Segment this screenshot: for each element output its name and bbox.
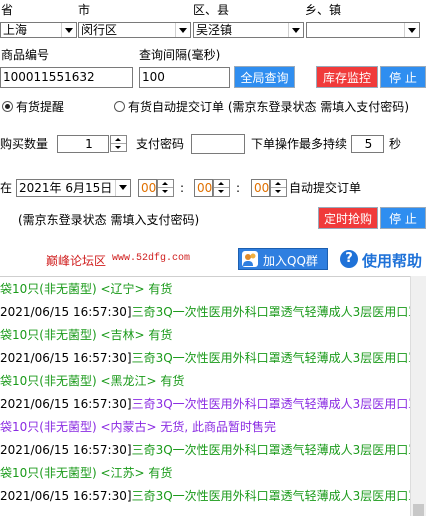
province-select[interactable]: 上海 — [0, 22, 77, 38]
log-panel[interactable]: 袋10只(非无菌型) <辽宁> 有货 2021/06/15 16:57:30]三奇… — [0, 276, 410, 517]
log-line: 2021/06/15 16:57:30]三奇3Q一次性医用外科口罩透气轻薄成人3… — [0, 397, 410, 411]
log-scrollbar[interactable] — [410, 276, 426, 516]
hour-stepper[interactable] — [157, 179, 174, 197]
increment-icon[interactable] — [158, 180, 173, 188]
date-value: 2021年 6月15日 — [19, 181, 113, 195]
second-input[interactable]: 00 — [251, 179, 270, 197]
log-segment: 三奇3Q一次性医用外科口罩透气轻薄成人3层医用口罩 — [131, 397, 410, 411]
query-interval-label: 查询间隔(毫秒) — [139, 48, 221, 62]
district-label: 区、县 — [193, 3, 230, 17]
quantity-input[interactable]: 1 — [57, 135, 109, 153]
auto-submit-order-label: 自动提交订单 — [289, 181, 362, 195]
log-segment: 袋10只(非无菌型) <内蒙古> 无货, 此商品暂时售完 — [0, 420, 277, 434]
log-line: 袋10只(非无菌型) <吉林> 有货 — [0, 328, 172, 342]
log-segment: 2021/06/15 16:57:30] — [0, 397, 132, 411]
minute-input[interactable]: 00 — [194, 179, 213, 197]
increment-icon[interactable] — [111, 136, 126, 144]
product-code-input[interactable]: 100011551632 — [0, 67, 133, 88]
stock-monitor-button[interactable]: 库存监控 — [316, 66, 378, 88]
log-segment: 三奇3Q一次性医用外科口罩透气轻薄成人3层医用口罩 — [131, 351, 410, 365]
chevron-down-icon — [288, 23, 303, 37]
city-select[interactable]: 闵行区 — [78, 22, 191, 38]
log-segment: 袋10只(非无菌型) <辽宁> 有货 — [0, 282, 173, 296]
log-segment: 三奇3Q一次性医用外科口罩透气轻薄成人3层医用口罩 — [131, 443, 410, 457]
at-label: 在 — [0, 181, 13, 195]
help-link[interactable]: 使用帮助 — [362, 250, 422, 271]
town-label: 乡、镇 — [305, 3, 342, 17]
chevron-down-icon — [175, 23, 190, 37]
log-line: 2021/06/15 16:57:30]三奇3Q一次性医用外科口罩透气轻薄成人3… — [0, 351, 410, 365]
retry-duration-input[interactable]: 5 — [351, 135, 384, 153]
log-line: 袋10只(非无菌型) <辽宁> 有货 — [0, 282, 172, 296]
log-segment: 三奇3Q一次性医用外科口罩透气轻薄成人3层医用口罩 — [131, 489, 410, 503]
time-colon: : — [180, 181, 185, 195]
decrement-icon[interactable] — [111, 144, 126, 151]
quantity-stepper[interactable] — [110, 135, 127, 152]
calendar-dropdown-icon — [115, 180, 130, 196]
retry-duration-label: 下单操作最多持续 — [251, 137, 348, 151]
log-segment: 袋10只(非无菌型) <吉林> 有货 — [0, 328, 173, 342]
log-segment: 2021/06/15 16:57:30] — [0, 305, 132, 319]
pay-password-input[interactable] — [191, 134, 245, 154]
log-line: 袋10只(非无菌型) <内蒙古> 无货, 此商品暂时售完 — [0, 420, 276, 434]
log-segment: 袋10只(非无菌型) <黑龙江> 有货 — [0, 374, 185, 388]
global-query-button[interactable]: 全局查询 — [234, 66, 295, 88]
community-name: 巅峰论坛区 — [46, 254, 107, 268]
decrement-icon[interactable] — [214, 188, 229, 195]
chevron-down-icon — [404, 23, 419, 37]
auto-submit-radio[interactable] — [114, 101, 125, 112]
in-stock-alert-label[interactable]: 有货提醒 — [16, 100, 64, 114]
pay-password-label: 支付密码 — [136, 137, 185, 151]
qq-group-label: 加入QQ群 — [263, 254, 318, 268]
hour-input[interactable]: 00 — [138, 179, 157, 197]
log-line: 2021/06/15 16:57:30]三奇3Q一次性医用外科口罩透气轻薄成人3… — [0, 443, 410, 457]
chevron-down-icon — [61, 23, 76, 37]
stop-monitor-button[interactable]: 停 止 — [380, 66, 426, 88]
decrement-icon[interactable] — [158, 188, 173, 195]
in-stock-alert-radio[interactable] — [2, 101, 13, 112]
log-line: 袋10只(非无菌型) <江苏> 有货 — [0, 466, 172, 480]
log-segment: 三奇3Q一次性医用外科口罩透气轻薄成人3层医用口罩 — [131, 305, 410, 319]
town-select[interactable] — [306, 22, 420, 38]
log-segment: 2021/06/15 16:57:30] — [0, 489, 132, 503]
minute-stepper[interactable] — [213, 179, 230, 197]
log-line: 2021/06/15 16:57:30]三奇3Q一次性医用外科口罩透气轻薄成人3… — [0, 305, 410, 319]
log-line: 袋10只(非无菌型) <黑龙江> 有货 — [0, 374, 184, 388]
join-qq-group-button[interactable]: 加入QQ群 — [238, 248, 328, 270]
province-label: 省 — [1, 3, 14, 17]
log-segment: 2021/06/15 16:57:30] — [0, 443, 132, 457]
province-value: 上海 — [3, 23, 28, 37]
city-label: 市 — [78, 3, 91, 17]
scrollbar-thumb[interactable] — [413, 504, 424, 516]
district-select[interactable]: 吴泾镇 — [193, 22, 304, 38]
time-colon: : — [236, 181, 241, 195]
date-picker[interactable]: 2021年 6月15日 — [16, 179, 131, 197]
city-value: 闵行区 — [81, 23, 118, 37]
quantity-label: 购买数量 — [0, 137, 49, 151]
district-value: 吴泾镇 — [196, 23, 233, 37]
people-icon — [242, 251, 258, 267]
auto-submit-label[interactable]: 有货自动提交订单 (需京东登录状态 需填入支付密码) — [128, 100, 409, 114]
footer-bar: 巅峰论坛区 www.52dfg.com 加入QQ群 ? 使用帮助 — [0, 243, 426, 276]
increment-icon[interactable] — [214, 180, 229, 188]
query-interval-input[interactable]: 100 — [139, 67, 230, 88]
increment-icon[interactable] — [271, 180, 286, 188]
product-code-label: 商品编号 — [1, 48, 50, 62]
login-note: (需京东登录状态 需填入支付密码) — [18, 213, 200, 227]
stop-timed-button[interactable]: 停 止 — [380, 207, 426, 229]
decrement-icon[interactable] — [271, 188, 286, 195]
retry-unit-label: 秒 — [389, 137, 402, 151]
log-line: 2021/06/15 16:57:30]三奇3Q一次性医用外科口罩透气轻薄成人3… — [0, 489, 410, 503]
help-icon[interactable]: ? — [340, 250, 358, 268]
log-segment: 袋10只(非无菌型) <江苏> 有货 — [0, 466, 173, 480]
website-link[interactable]: www.52dfg.com — [112, 253, 190, 264]
second-stepper[interactable] — [270, 179, 287, 197]
log-segment: 2021/06/15 16:57:30] — [0, 351, 132, 365]
timed-buy-button[interactable]: 定时抢购 — [318, 207, 378, 229]
